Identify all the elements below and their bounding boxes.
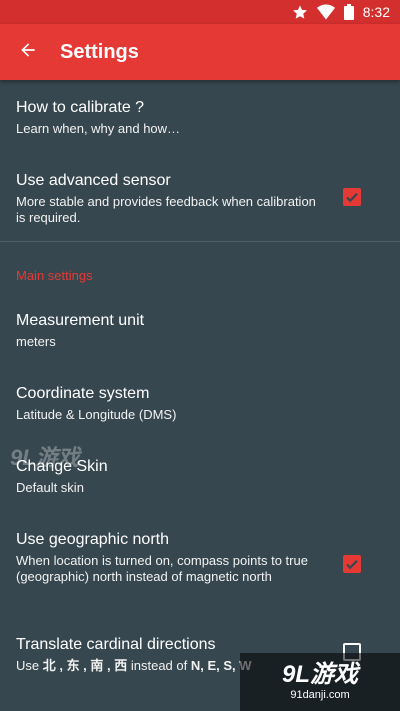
summary-cjk-directions: 北 , 东 , 南 , 西 (42, 658, 128, 673)
pref-summary: Default skin (16, 480, 84, 495)
pref-use-advanced-sensor[interactable]: Use advanced sensor More stable and prov… (0, 171, 400, 226)
check-icon (346, 560, 358, 570)
status-icons: 8:32 (292, 3, 390, 21)
wifi-icon (316, 4, 335, 20)
status-time: 8:32 (362, 4, 390, 20)
pref-summary: Learn when, why and how… (16, 121, 181, 136)
watermark-banner: 9L游戏 91danji.com (240, 653, 400, 711)
summary-prefix: Use (16, 658, 43, 673)
pref-title: Measurement unit (16, 312, 145, 329)
watermark-brand: 9L游戏 (281, 661, 358, 688)
pref-title: Translate cardinal directions (16, 636, 216, 653)
back-button[interactable] (0, 24, 56, 80)
summary-mid: instead of (127, 658, 191, 673)
pref-summary: Latitude & Longitude (DMS) (16, 407, 177, 422)
app-bar: Settings (0, 24, 400, 80)
status-bar: 8:32 (0, 0, 400, 24)
pref-coordinate-system[interactable]: Coordinate system Latitude & Longitude (… (0, 384, 400, 423)
watermark-logo: 9L游戏 (10, 445, 80, 470)
pref-how-to-calibrate[interactable]: How to calibrate ? Learn when, why and h… (0, 98, 400, 137)
advanced-sensor-checkbox[interactable] (343, 188, 361, 206)
pref-summary: More stable and provides feedback when c… (16, 194, 316, 225)
battery-icon (343, 4, 354, 20)
pref-title: Coordinate system (16, 385, 150, 402)
page-title: Settings (60, 40, 139, 63)
pref-use-geographic-north[interactable]: Use geographic north When location is tu… (0, 530, 400, 585)
arrow-left-icon (18, 40, 38, 64)
settings-list: How to calibrate ? Learn when, why and h… (0, 80, 400, 711)
main-settings-header: Main settings (16, 268, 93, 283)
geographic-north-checkbox[interactable] (343, 555, 361, 573)
check-icon (346, 193, 358, 203)
pref-title: Use geographic north (16, 531, 169, 548)
star-icon (292, 4, 308, 20)
pref-summary: When location is turned on, compass poin… (16, 553, 308, 584)
pref-measurement-unit[interactable]: Measurement unit meters (0, 311, 400, 350)
pref-title: How to calibrate ? (16, 99, 145, 116)
divider (0, 241, 400, 242)
pref-summary: meters (16, 334, 56, 349)
watermark-url: 91danji.com (290, 689, 350, 701)
pref-title: Use advanced sensor (16, 172, 171, 189)
